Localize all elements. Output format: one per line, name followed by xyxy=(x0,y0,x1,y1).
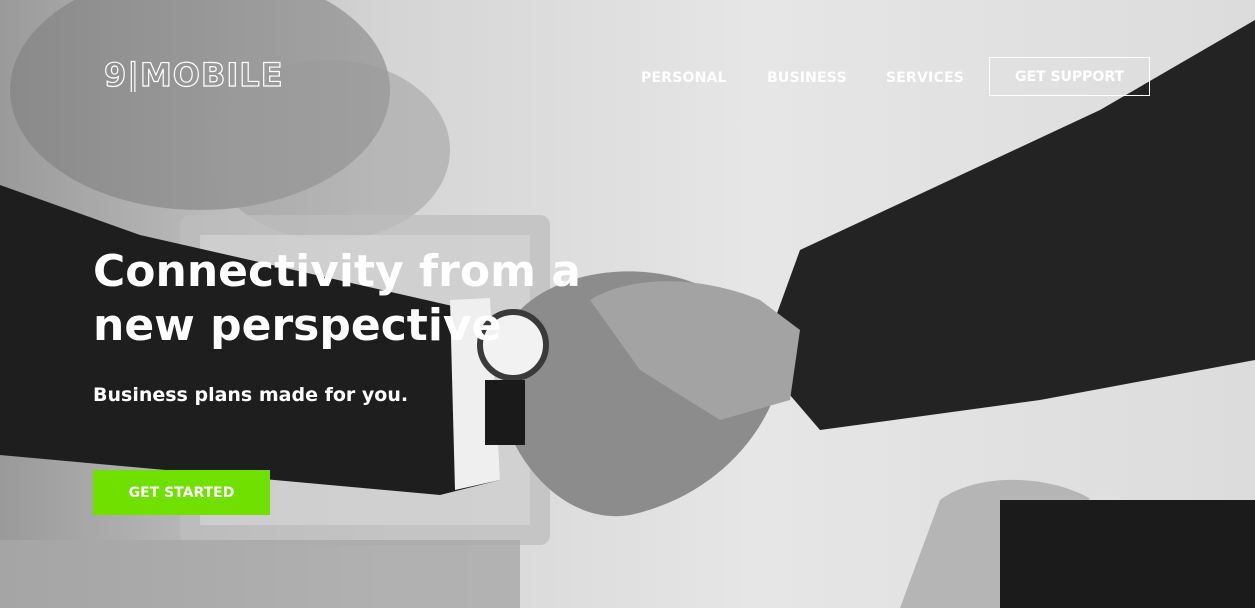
get-support-button[interactable]: GET SUPPORT xyxy=(989,57,1150,96)
brand-logo-text: 9|MOBILE xyxy=(104,56,284,92)
nav-item-personal[interactable]: PERSONAL xyxy=(641,70,727,86)
nav-item-business[interactable]: BUSINESS xyxy=(767,70,847,86)
get-started-button[interactable]: GET STARTED xyxy=(93,470,270,515)
top-navigation: 9|MOBILE PERSONAL BUSINESS SERVICES GET … xyxy=(0,0,1255,150)
hero-subheadline: Business plans made for you. xyxy=(93,384,409,406)
hero-headline: Connectivity from a new perspective xyxy=(93,246,581,351)
brand-logo[interactable]: 9|MOBILE xyxy=(104,56,300,92)
nav-item-services[interactable]: SERVICES xyxy=(886,70,964,86)
